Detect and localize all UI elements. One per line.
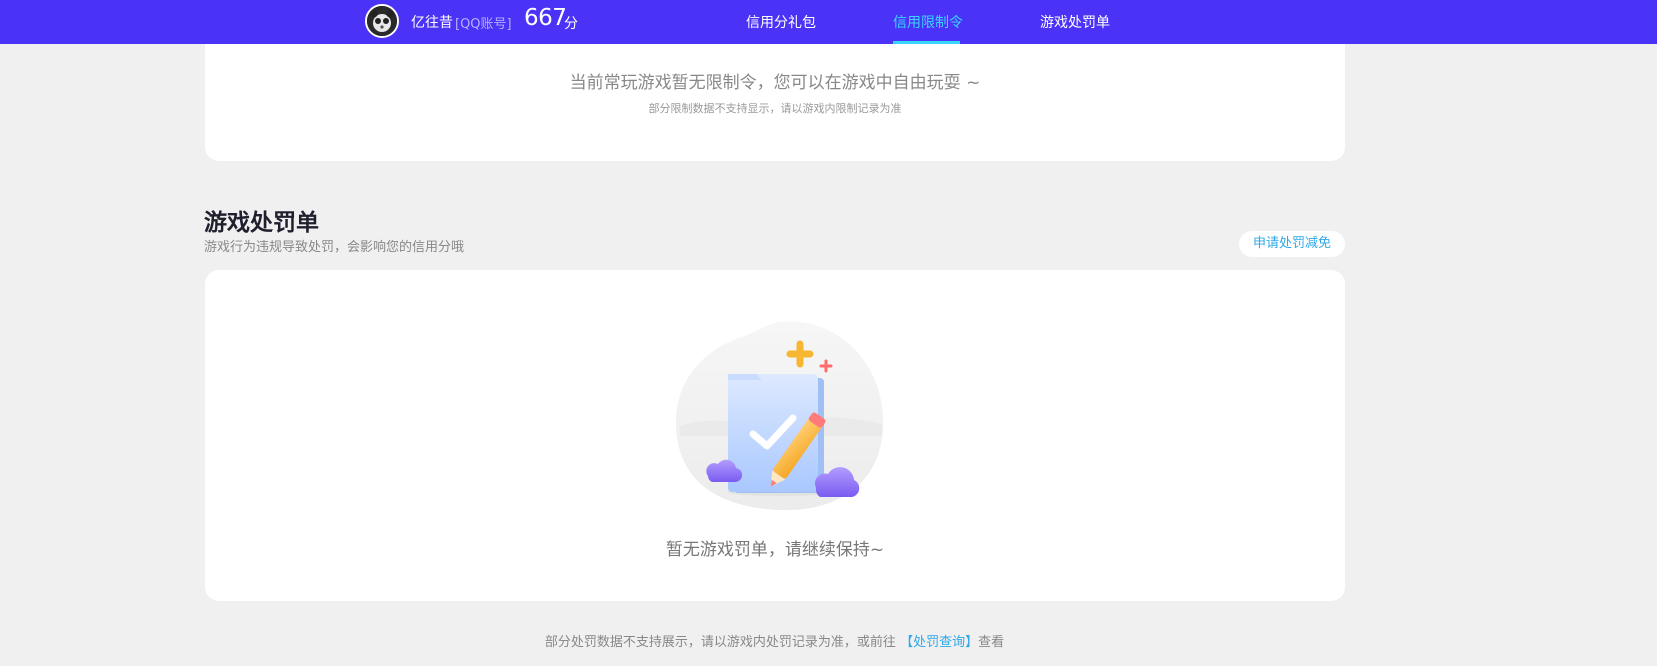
footer-prefix: 部分处罚数据不支持展示，请以游戏内处罚记录为准，或前往: [544, 635, 896, 650]
active-tab-indicator: [893, 41, 960, 44]
restriction-card: 当前常玩游戏暂无限制令，您可以在游戏中自由玩耍 ~ 部分限制数据不支持显示，请以…: [205, 28, 1345, 161]
restriction-empty-message: 当前常玩游戏暂无限制令，您可以在游戏中自由玩耍 ~: [569, 73, 981, 93]
tab-credit-restriction[interactable]: 信用限制令: [893, 12, 963, 32]
tab-game-penalty[interactable]: 游戏处罚单: [1040, 12, 1110, 32]
footer-note: 部分处罚数据不支持展示，请以游戏内处罚记录为准，或前往 【处罚查询】查看: [0, 631, 1549, 650]
penalty-card: 暂无游戏罚单，请继续保持~: [205, 270, 1345, 601]
checklist-pencil-icon: [675, 321, 884, 511]
footer-suffix: 查看: [978, 635, 1005, 650]
restriction-note: 部分限制数据不支持显示，请以游戏内限制记录为准: [648, 102, 902, 115]
tab-credit-gift[interactable]: 信用分礼包: [746, 12, 816, 32]
username: 亿往昔: [411, 15, 453, 31]
credit-score: 667: [524, 5, 567, 31]
appeal-penalty-button[interactable]: 申请处罚减免: [1239, 231, 1345, 257]
account-type-tag: [QQ账号]: [455, 17, 512, 32]
section-title: 游戏处罚单: [204, 210, 319, 236]
avatar-image-icon: [367, 6, 397, 36]
credit-score-unit: 分: [564, 16, 578, 32]
penalty-query-link[interactable]: 【处罚查询】: [900, 635, 978, 650]
section-subtitle: 游戏行为违规导致处罚，会影响您的信用分哦: [204, 240, 465, 255]
penalty-empty-message: 暂无游戏罚单，请继续保持~: [665, 540, 885, 560]
user-avatar[interactable]: [365, 4, 399, 38]
top-nav-bar: 亿往昔 [QQ账号] 667 分 信用分礼包 信用限制令 游戏处罚单: [0, 0, 1657, 44]
